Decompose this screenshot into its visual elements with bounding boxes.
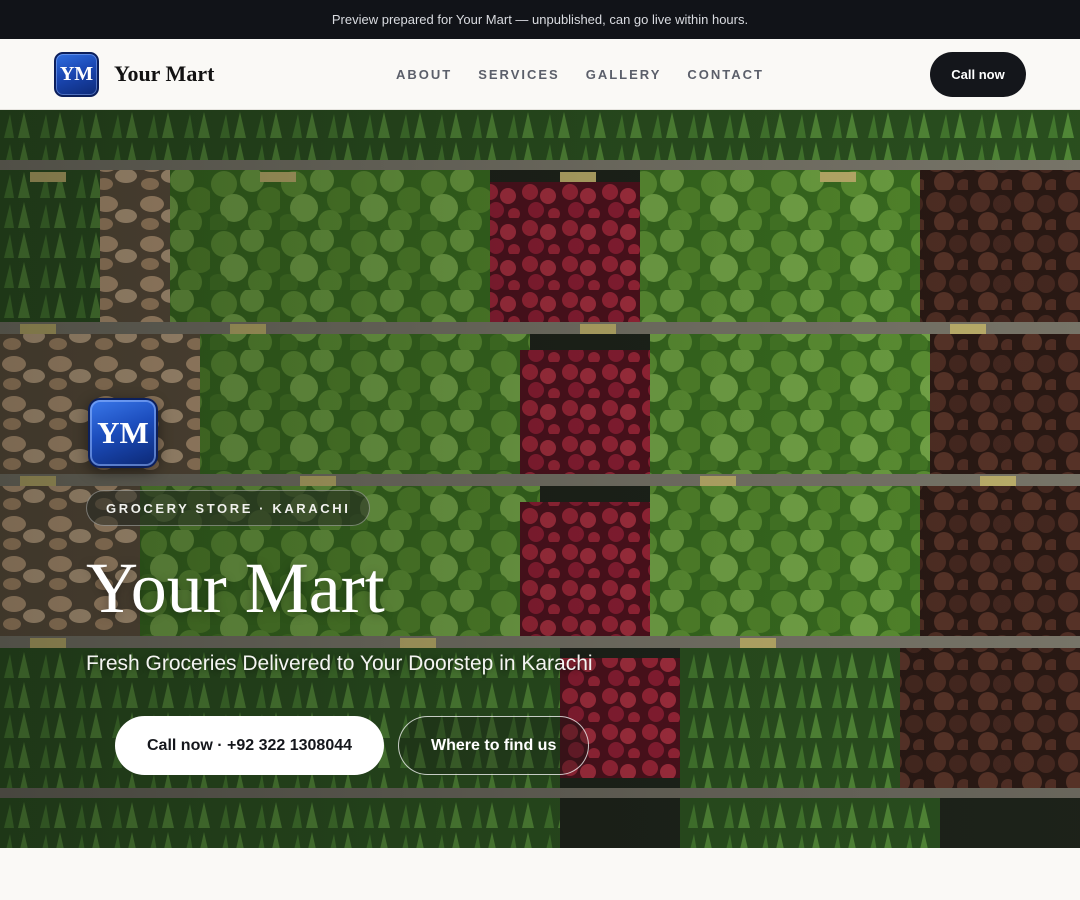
brand-monogram: YM	[59, 62, 94, 85]
announcement-text: Preview prepared for Your Mart — unpubli…	[331, 12, 749, 27]
nav-services[interactable]: SERVICES	[478, 67, 560, 82]
main-nav: ABOUT SERVICES GALLERY CONTACT	[396, 39, 764, 110]
hero-title: Your Mart	[86, 548, 385, 628]
hero-section: YM GROCERY STORE · KARACHI Your Mart Fre…	[0, 110, 1080, 848]
hero-content: YM GROCERY STORE · KARACHI Your Mart Fre…	[86, 398, 593, 775]
brand-name: Your Mart	[114, 61, 215, 86]
site-header: YM Your Mart ABOUT SERVICES GALLERY CONT…	[0, 39, 1080, 110]
next-section	[0, 848, 1080, 900]
header-call-button[interactable]: Call now	[930, 52, 1026, 97]
call-now-button[interactable]: Call now · +92 322 1308044	[115, 716, 385, 775]
brand-logo: YM	[54, 51, 99, 97]
nav-contact[interactable]: CONTACT	[687, 67, 764, 82]
brand-link[interactable]: YM Your Mart	[54, 51, 215, 97]
category-badge-text: GROCERY STORE · KARACHI	[106, 500, 351, 516]
announcement-bar: Preview prepared for Your Mart — unpubli…	[0, 0, 1080, 39]
hero-actions: Call now · +92 322 1308044 Where to find…	[115, 716, 593, 775]
hero-subtitle: Fresh Groceries Delivered to Your Doorst…	[86, 652, 593, 675]
nav-gallery[interactable]: GALLERY	[586, 67, 662, 82]
nav-about[interactable]: ABOUT	[396, 67, 452, 82]
hero-monogram: YM	[97, 415, 149, 450]
category-badge: GROCERY STORE · KARACHI	[86, 490, 371, 526]
hero-logo: YM	[88, 398, 158, 468]
find-us-button[interactable]: Where to find us	[398, 716, 590, 775]
